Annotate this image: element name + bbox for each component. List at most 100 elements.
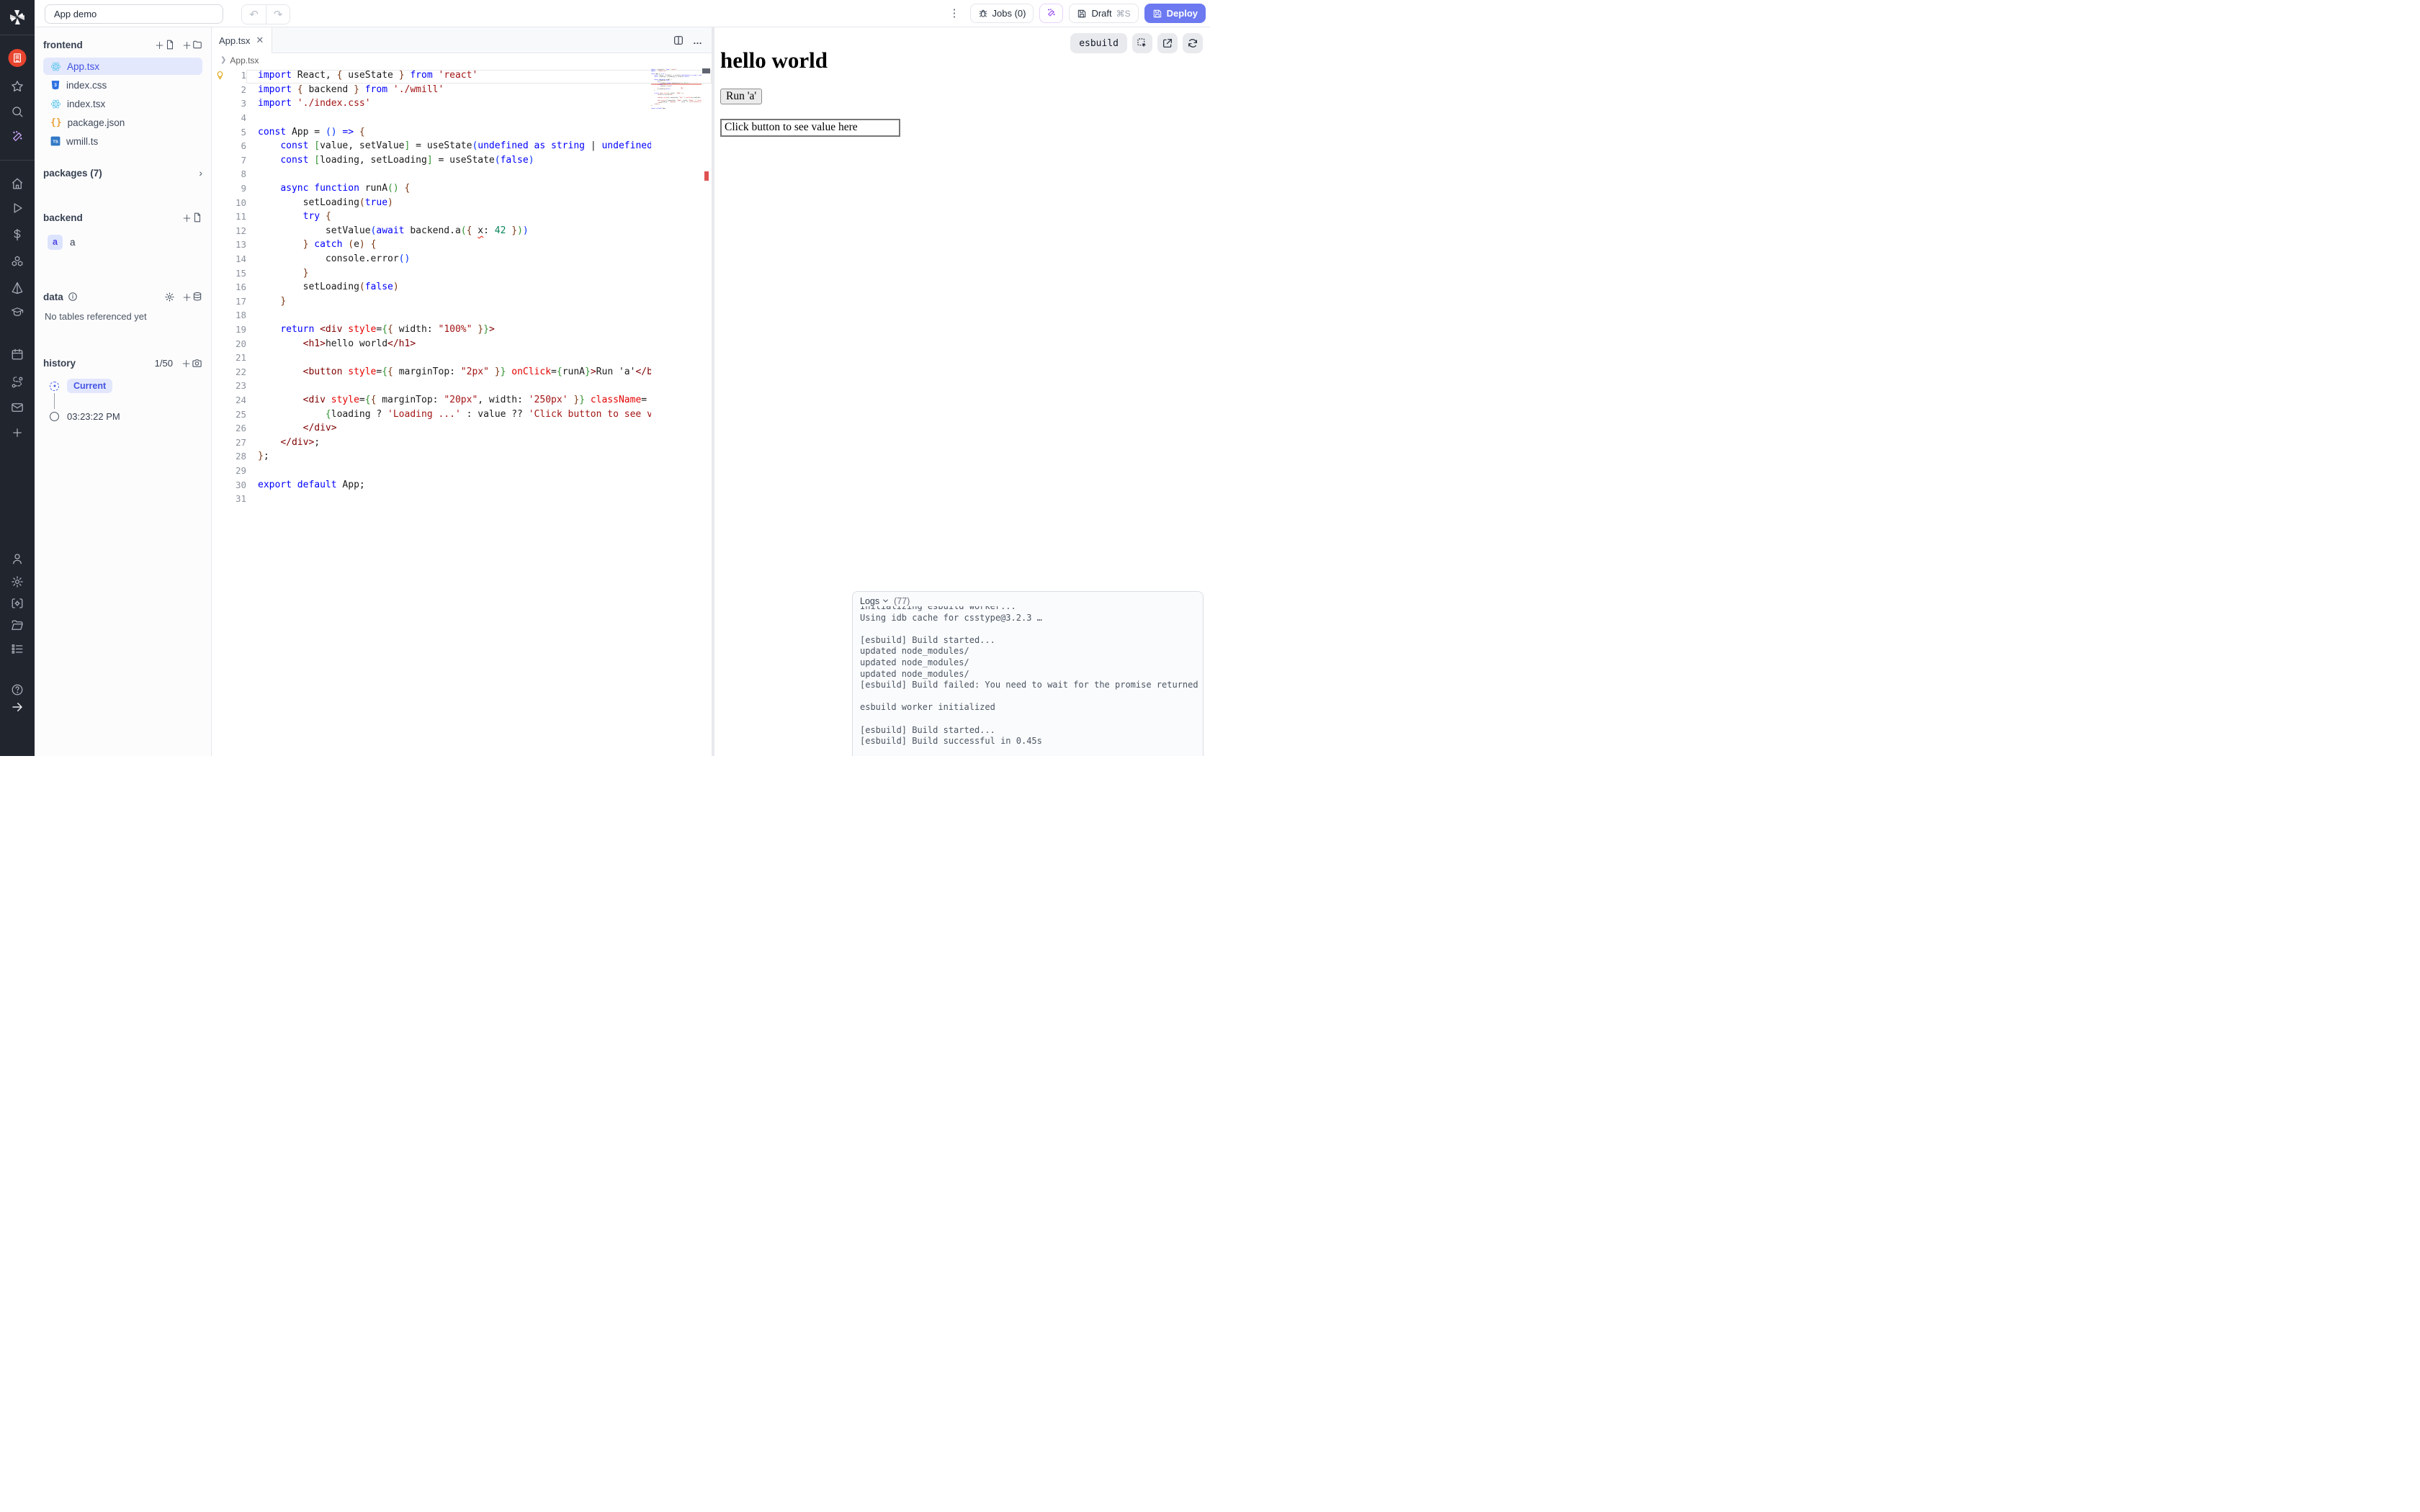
code-line[interactable]: 8 — [212, 167, 651, 181]
file-item-package-json[interactable]: {}package.json — [43, 114, 202, 131]
arrow-right-icon[interactable] — [11, 701, 24, 714]
backend-script-a[interactable]: a a — [43, 233, 202, 251]
code-line[interactable]: 18 — [212, 308, 651, 323]
code-line[interactable]: 29 — [212, 464, 651, 478]
code-area[interactable]: 1import React, { useState } from 'react'… — [212, 68, 651, 756]
code-line[interactable]: 27 </div>; — [212, 435, 651, 449]
code-line[interactable]: 4 — [212, 111, 651, 125]
folder-open-icon[interactable] — [11, 619, 24, 632]
line-number: 8 — [228, 168, 246, 179]
split-view-icon[interactable] — [673, 35, 684, 46]
ai-wand-button[interactable] — [1039, 4, 1063, 23]
open-external-icon[interactable] — [1157, 33, 1178, 53]
deploy-button[interactable]: Deploy — [1144, 4, 1206, 23]
tab-app-tsx[interactable]: App.tsx ✕ — [212, 27, 272, 53]
error-marker — [704, 171, 709, 181]
file-item-index-tsx[interactable]: index.tsx — [43, 95, 202, 112]
inspect-icon[interactable] — [1132, 33, 1152, 53]
add-file-icon[interactable]: ＋ — [155, 38, 175, 52]
code-line[interactable]: 16 setLoading(false) — [212, 280, 651, 294]
workspace-icon[interactable] — [9, 49, 27, 67]
code-line[interactable]: 25 {loading ? 'Loading ...' : value ?? '… — [212, 407, 651, 421]
refresh-icon[interactable] — [1183, 33, 1203, 53]
file-item-wmill-ts[interactable]: TSwmill.ts — [43, 132, 202, 150]
scrollbar-thumb[interactable] — [702, 68, 710, 73]
code-line[interactable]: 23 — [212, 379, 651, 393]
jobs-button[interactable]: Jobs (0) — [970, 4, 1034, 23]
code-line[interactable]: 7 const [loading, setLoading] = useState… — [212, 153, 651, 168]
add-folder-icon[interactable]: ＋ — [182, 38, 202, 52]
graduation-icon[interactable] — [11, 305, 24, 318]
user-icon[interactable] — [11, 552, 24, 565]
logs-output[interactable]: Initializing esbuild worker...Using idb … — [853, 601, 1203, 747]
code-line[interactable]: 13 } catch (e) { — [212, 238, 651, 252]
kebab-icon[interactable]: ⋮ — [945, 4, 964, 23]
code-line[interactable]: 6 const [value, setValue] = useState(und… — [212, 139, 651, 153]
search-icon[interactable] — [11, 105, 24, 118]
lightbulb-icon[interactable] — [212, 71, 228, 80]
database-plus-icon[interactable]: ＋ — [182, 290, 202, 304]
code-line[interactable]: 15 } — [212, 266, 651, 280]
code-line[interactable]: 3import './index.css' — [212, 96, 651, 111]
dollar-icon[interactable] — [11, 228, 24, 241]
file-item-app-tsx[interactable]: App.tsx — [43, 58, 202, 75]
draft-button[interactable]: Draft ⌘S — [1069, 4, 1138, 23]
mail-icon[interactable] — [11, 401, 24, 414]
code-line[interactable]: 28}; — [212, 449, 651, 464]
code-line[interactable]: 22 <button style={{ marginTop: "2px" }} … — [212, 364, 651, 379]
code-line[interactable]: 20 <h1>hello world</h1> — [212, 336, 651, 351]
star-icon[interactable] — [11, 80, 24, 93]
code-line[interactable]: 21 — [212, 351, 651, 365]
redo-icon[interactable]: ↷ — [266, 5, 290, 24]
current-version-chip[interactable]: Current — [67, 379, 112, 393]
history-timeline: Current 03:23:22 PM — [43, 379, 202, 423]
pyramid-icon[interactable] — [11, 282, 24, 294]
wand-icon[interactable] — [11, 130, 24, 143]
help-icon[interactable] — [11, 683, 24, 696]
gear-icon[interactable] — [164, 292, 175, 302]
current-version-dot[interactable] — [50, 382, 59, 391]
line-number: 6 — [228, 140, 246, 151]
code-line[interactable]: 30export default App; — [212, 477, 651, 492]
code-line[interactable]: 14 console.error() — [212, 252, 651, 266]
react-icon — [50, 99, 61, 109]
file-label: wmill.ts — [66, 136, 98, 147]
scrollbar[interactable] — [702, 27, 712, 756]
add-file-icon[interactable]: ＋ — [182, 211, 202, 225]
code-line[interactable]: 26 </div> — [212, 421, 651, 436]
code-line[interactable]: 31 — [212, 492, 651, 506]
service-icon[interactable] — [11, 597, 24, 610]
code-line[interactable]: 12 setValue(await backend.a({ x: 42 })) — [212, 224, 651, 238]
undo-icon[interactable]: ↶ — [242, 5, 266, 24]
code-line[interactable]: 24 <div style={{ marginTop: "20px", widt… — [212, 393, 651, 408]
home-icon[interactable] — [11, 177, 24, 190]
code-line[interactable]: 9 async function runA() { — [212, 181, 651, 196]
calendar-icon[interactable] — [11, 348, 24, 361]
camera-plus-icon[interactable]: ＋ — [182, 356, 202, 370]
close-icon[interactable]: ✕ — [256, 35, 264, 46]
list-icon[interactable] — [11, 642, 24, 655]
play-icon[interactable] — [11, 202, 24, 215]
route-icon[interactable] — [11, 376, 24, 389]
code-line[interactable]: 2import { backend } from './wmill' — [212, 83, 651, 97]
plus-icon[interactable] — [11, 426, 24, 439]
code-line[interactable]: 17 } — [212, 294, 651, 309]
file-item-index-css[interactable]: 3index.css — [43, 76, 202, 94]
packages-row[interactable]: packages (7) › — [43, 166, 202, 180]
code-line[interactable]: 10 setLoading(true) — [212, 195, 651, 210]
code-line[interactable]: 1import React, { useState } from 'react' — [212, 68, 651, 83]
line-number: 10 — [228, 197, 246, 208]
draft-shortcut: ⌘S — [1116, 9, 1131, 19]
logs-dropdown[interactable]: Logs — [860, 596, 889, 606]
breadcrumb[interactable]: ❯ App.tsx — [212, 53, 712, 67]
boxes-icon[interactable] — [11, 255, 24, 268]
app-name-input[interactable] — [45, 4, 223, 24]
code-line[interactable]: 5const App = () => { — [212, 125, 651, 139]
save-icon — [1152, 9, 1162, 19]
run-a-button[interactable]: Run 'a' — [720, 89, 762, 104]
minimap[interactable]: import React, { useState } from 'react'i… — [651, 68, 702, 184]
code-line[interactable]: 19 return <div style={{ width: "100%" }}… — [212, 323, 651, 337]
version-dot[interactable] — [50, 412, 59, 421]
code-line[interactable]: 11 try { — [212, 210, 651, 224]
gear-icon[interactable] — [11, 575, 24, 588]
